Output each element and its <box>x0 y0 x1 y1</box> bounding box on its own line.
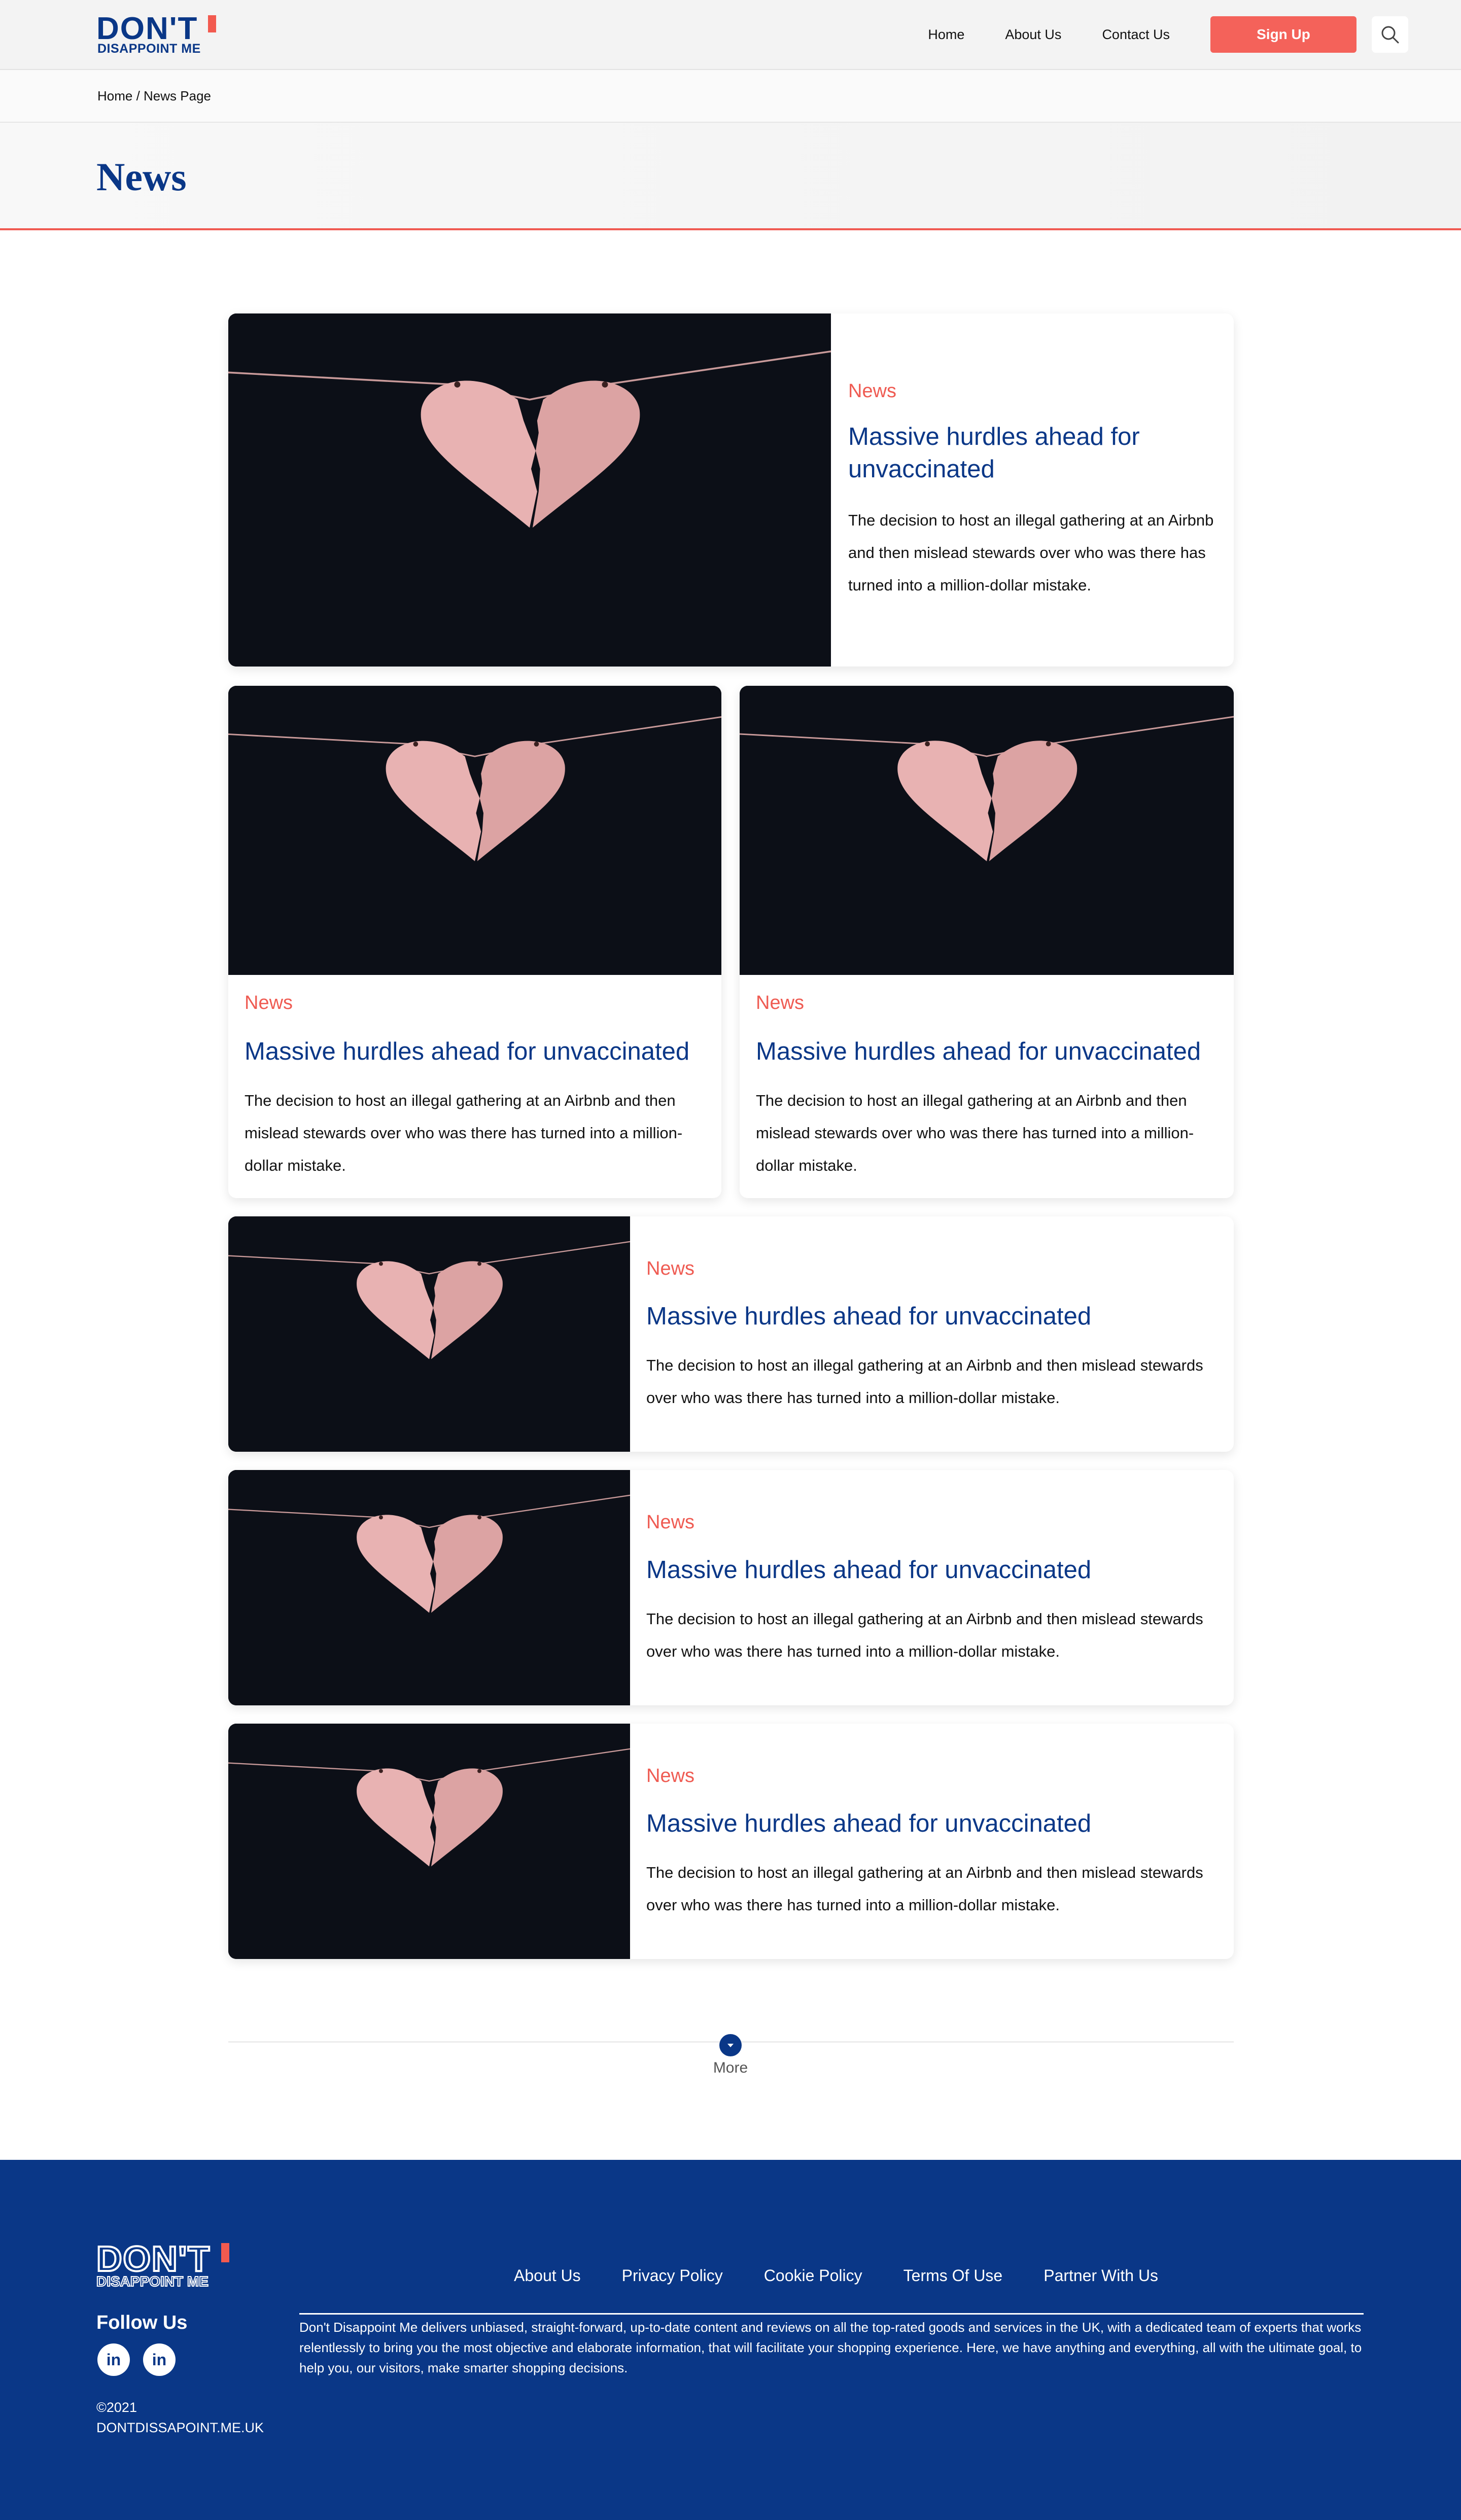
article-image <box>228 1470 630 1705</box>
logo-mark <box>208 15 216 32</box>
footer-link-terms-of-use[interactable]: Terms Of Use <box>903 2266 1003 2285</box>
logo-line1: DON'T <box>96 11 198 46</box>
article-title[interactable]: Massive hurdles ahead for unvaccinated <box>848 421 1203 485</box>
article-card[interactable]: News Massive hurdles ahead for unvaccina… <box>228 1216 1234 1452</box>
nav-home[interactable]: Home <box>928 27 964 43</box>
article-image <box>228 1724 630 1959</box>
article-category[interactable]: News <box>646 1258 694 1280</box>
page-title: News <box>96 155 187 199</box>
article-description: The decision to host an illegal gatherin… <box>646 1864 1203 1914</box>
more-label[interactable]: More <box>700 2059 761 2077</box>
article-category[interactable]: News <box>756 992 804 1014</box>
footer-link-partner-with-us[interactable]: Partner With Us <box>1043 2266 1158 2285</box>
footer-link-cookie-policy[interactable]: Cookie Policy <box>764 2266 862 2285</box>
article-description: The decision to host an illegal gatherin… <box>848 511 1214 594</box>
article-description: The decision to host an illegal gatherin… <box>245 1092 683 1174</box>
article-title[interactable]: Massive hurdles ahead for unvaccinated <box>646 1554 1214 1587</box>
copyright-year: ©2021 <box>96 2400 137 2415</box>
article-title[interactable]: Massive hurdles ahead for unvaccinated <box>646 1808 1214 1840</box>
breadcrumb-text[interactable]: Home / News Page <box>97 88 211 104</box>
article-image <box>228 1216 630 1452</box>
article-category[interactable]: News <box>646 1765 694 1787</box>
article-title[interactable]: Massive hurdles ahead for unvaccinated <box>245 1036 711 1068</box>
article-image <box>228 313 831 667</box>
footer-about-text: Don't Disappoint Me delivers unbiased, s… <box>299 2320 1362 2375</box>
footer-logo[interactable]: DON'T DISAPPOINT ME <box>95 2239 233 2292</box>
article-category[interactable]: News <box>245 992 293 1014</box>
footer-logo-line1: DON'T <box>95 2239 211 2279</box>
footer-copyright: ©2021 DONTDISSAPOINT.ME.UK <box>96 2397 264 2438</box>
site-footer: DON'T DISAPPOINT ME Follow Us in in ©202… <box>0 2160 1461 2520</box>
footer-link-privacy-policy[interactable]: Privacy Policy <box>622 2266 723 2285</box>
site-logo[interactable]: DON'T DISAPPOINT ME <box>96 13 218 58</box>
search-button[interactable] <box>1372 16 1408 53</box>
article-card[interactable]: News Massive hurdles ahead for unvaccina… <box>228 1470 1234 1705</box>
article-card[interactable]: News Massive hurdles ahead for unvaccina… <box>228 1724 1234 1959</box>
article-card-featured[interactable]: News Massive hurdles ahead for unvaccina… <box>228 313 1234 667</box>
article-card[interactable]: News Massive hurdles ahead for unvaccina… <box>740 686 1234 1198</box>
page-title-band: News <box>0 123 1461 230</box>
chevron-down-icon <box>727 2044 734 2047</box>
article-description: The decision to host an illegal gatherin… <box>646 1610 1203 1660</box>
more-button[interactable] <box>719 2034 742 2056</box>
logo-line2: DISAPPOINT ME <box>97 42 201 56</box>
search-icon <box>1381 26 1399 44</box>
nav-contact-us[interactable]: Contact Us <box>1102 27 1170 43</box>
nav-about-us[interactable]: About Us <box>1005 27 1061 43</box>
follow-us-heading: Follow Us <box>96 2312 188 2333</box>
footer-domain: DONTDISSAPOINT.ME.UK <box>96 2420 264 2435</box>
article-category[interactable]: News <box>848 380 896 402</box>
footer-logo-line2: DISAPPOINT ME <box>96 2273 209 2289</box>
footer-links: About Us Privacy Policy Cookie Policy Te… <box>514 2266 1199 2285</box>
article-description: The decision to host an illegal gatherin… <box>646 1356 1203 1407</box>
footer-divider <box>299 2313 1364 2315</box>
footer-logo-mark <box>221 2243 229 2262</box>
article-image <box>740 686 1234 975</box>
article-card[interactable]: News Massive hurdles ahead for unvaccina… <box>228 686 721 1198</box>
linkedin-icon[interactable]: in <box>97 2343 130 2376</box>
article-title[interactable]: Massive hurdles ahead for unvaccinated <box>756 1036 1223 1068</box>
article-title[interactable]: Massive hurdles ahead for unvaccinated <box>646 1301 1214 1333</box>
article-description: The decision to host an illegal gatherin… <box>756 1092 1194 1174</box>
main-nav: Home About Us Contact Us Sign Up <box>928 16 1408 53</box>
article-category[interactable]: News <box>646 1512 694 1533</box>
breadcrumb: Home / News Page <box>0 70 1461 123</box>
linkedin-icon[interactable]: in <box>143 2343 176 2376</box>
site-header: DON'T DISAPPOINT ME Home About Us Contac… <box>0 0 1461 70</box>
sign-up-button[interactable]: Sign Up <box>1210 16 1356 53</box>
article-image <box>228 686 721 975</box>
footer-link-about-us[interactable]: About Us <box>514 2266 581 2285</box>
